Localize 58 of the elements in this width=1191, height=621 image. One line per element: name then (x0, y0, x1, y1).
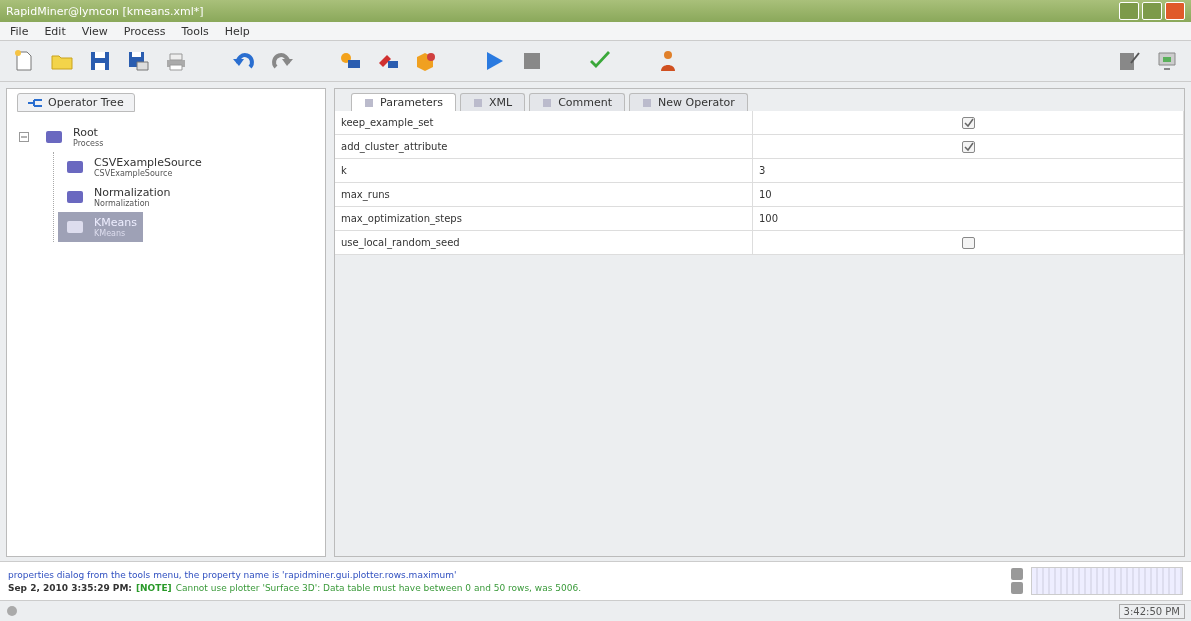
log-level: [NOTE] (135, 582, 172, 593)
tab-icon (364, 97, 374, 108)
status-icon (6, 605, 18, 617)
tab-icon (472, 97, 483, 108)
menu-item[interactable]: Edit (38, 24, 72, 38)
log-timestamp: Sep 2, 2010 3:35:29 PM: (8, 582, 132, 593)
menu-item[interactable]: Tools (175, 24, 215, 38)
parameter-name: keep_example_set (335, 111, 753, 134)
parameter-name: max_optimization_steps (335, 207, 753, 230)
tree-icon (28, 97, 42, 108)
panel-tab[interactable]: XML (459, 93, 526, 111)
tab-icon (642, 97, 653, 108)
tree-node[interactable]: CSVExampleSource CSVExampleSource (58, 152, 208, 182)
log-line: properties dialog from the tools menu, the property name is 'rapidminer.gui.plotter.rows.maximum' (8, 569, 458, 580)
operator-icon (43, 128, 65, 146)
parameter-value[interactable]: 100 (753, 207, 1184, 230)
tab-icon (542, 97, 553, 108)
checkbox[interactable] (961, 116, 975, 129)
operator-icon (64, 158, 86, 176)
panel-tab[interactable]: New Operator (629, 93, 748, 111)
checkbox[interactable] (961, 236, 975, 249)
panel-tab[interactable]: Parameters (351, 93, 456, 111)
menu-item[interactable]: File (4, 24, 35, 38)
window-title: RapidMiner@lymcon [kmeans.xml*] (6, 4, 205, 18)
menu-item[interactable]: Help (218, 24, 256, 38)
node-type: Normalization (94, 199, 151, 208)
node-name: CSVExampleSource (94, 156, 202, 169)
clock: 3:42:50 PM (1118, 603, 1185, 619)
monitor-icon[interactable] (1155, 49, 1179, 73)
operator-icon (64, 188, 86, 206)
parameter-name: max_runs (335, 183, 753, 206)
minimize-button[interactable] (1119, 2, 1139, 20)
parameter-value[interactable]: 3 (753, 159, 1184, 182)
checkbox[interactable] (961, 140, 975, 153)
parameter-value[interactable]: 10 (753, 183, 1184, 206)
menu-item[interactable]: View (75, 24, 114, 38)
collapse-toggle[interactable] (19, 132, 29, 142)
close-button[interactable] (1165, 2, 1185, 20)
floppy-disks-icon[interactable] (126, 49, 150, 73)
node-name: KMeans (94, 216, 137, 229)
operator-icon (64, 218, 86, 236)
maximize-button[interactable] (1142, 2, 1162, 20)
scroll-down-button[interactable] (1011, 582, 1023, 594)
tree-node[interactable]: Normalization Normalization (58, 182, 177, 212)
node-name: Normalization (94, 186, 171, 199)
scroll-up-button[interactable] (1011, 568, 1023, 580)
node-type: KMeans (94, 229, 127, 238)
node-type: Process (73, 139, 104, 148)
node-type: CSVExampleSource (94, 169, 173, 178)
tree-node[interactable]: Root Process (13, 122, 110, 152)
menu-item[interactable]: Process (117, 24, 172, 38)
log-message: Cannot use plotter 'Surface 3D': Data table must have between 0 and 50 rows, was 5006. (175, 582, 581, 593)
operator-tree-tab[interactable]: Operator Tree (17, 93, 135, 112)
parameter-name: use_local_random_seed (335, 231, 753, 254)
node-name: Root (73, 126, 99, 139)
parameter-name: add_cluster_attribute (335, 135, 753, 158)
parameter-name: k (335, 159, 753, 182)
panel-tab[interactable]: Comment (529, 93, 626, 111)
